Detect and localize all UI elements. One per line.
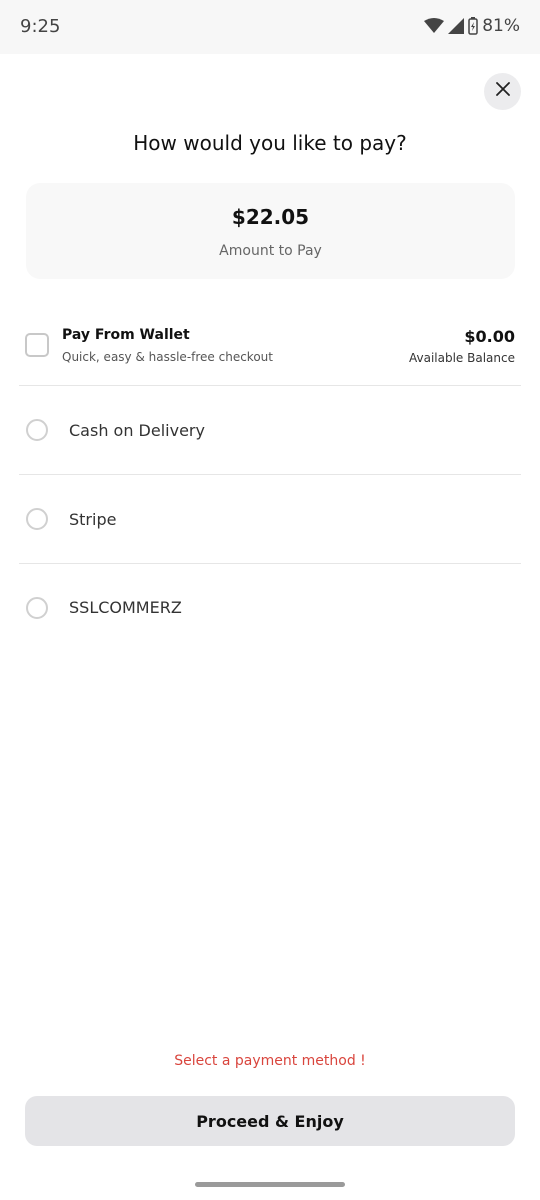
status-icons: 81% bbox=[424, 16, 520, 36]
payment-method-cash-on-delivery[interactable]: Cash on Delivery bbox=[19, 386, 521, 475]
wallet-subtitle: Quick, easy & hassle-free checkout bbox=[62, 350, 273, 364]
radio-button[interactable] bbox=[26, 508, 48, 530]
wallet-title: Pay From Wallet bbox=[62, 327, 190, 343]
cell-signal-icon bbox=[448, 18, 465, 34]
wallet-balance: $0.00 bbox=[464, 327, 515, 346]
close-icon bbox=[495, 82, 510, 101]
home-indicator[interactable] bbox=[195, 1182, 345, 1187]
proceed-button[interactable]: Proceed & Enjoy bbox=[25, 1096, 515, 1146]
amount-card: $22.05 Amount to Pay bbox=[26, 183, 515, 279]
amount-label: Amount to Pay bbox=[219, 243, 322, 259]
radio-button[interactable] bbox=[26, 419, 48, 441]
amount-value: $22.05 bbox=[231, 205, 310, 229]
payment-method-label: Cash on Delivery bbox=[69, 421, 205, 440]
battery-level: 81% bbox=[482, 16, 520, 36]
payment-error-message: Select a payment method ! bbox=[174, 1053, 366, 1069]
payment-method-label: Stripe bbox=[69, 510, 117, 529]
close-button[interactable] bbox=[484, 73, 521, 110]
pay-from-wallet-row[interactable]: Pay From Wallet Quick, easy & hassle-fre… bbox=[19, 310, 521, 386]
radio-button[interactable] bbox=[26, 597, 48, 619]
payment-method-stripe[interactable]: Stripe bbox=[19, 475, 521, 564]
status-time: 9:25 bbox=[20, 16, 61, 37]
wallet-balance-label: Available Balance bbox=[409, 351, 515, 365]
wallet-checkbox[interactable] bbox=[25, 333, 49, 357]
status-bar: 9:25 81% bbox=[0, 0, 540, 54]
payment-method-sslcommerz[interactable]: SSLCOMMERZ bbox=[19, 564, 521, 653]
payment-method-label: SSLCOMMERZ bbox=[69, 598, 182, 617]
battery-charging-icon bbox=[468, 17, 478, 35]
page-title: How would you like to pay? bbox=[133, 131, 407, 155]
wifi-icon bbox=[424, 18, 445, 34]
